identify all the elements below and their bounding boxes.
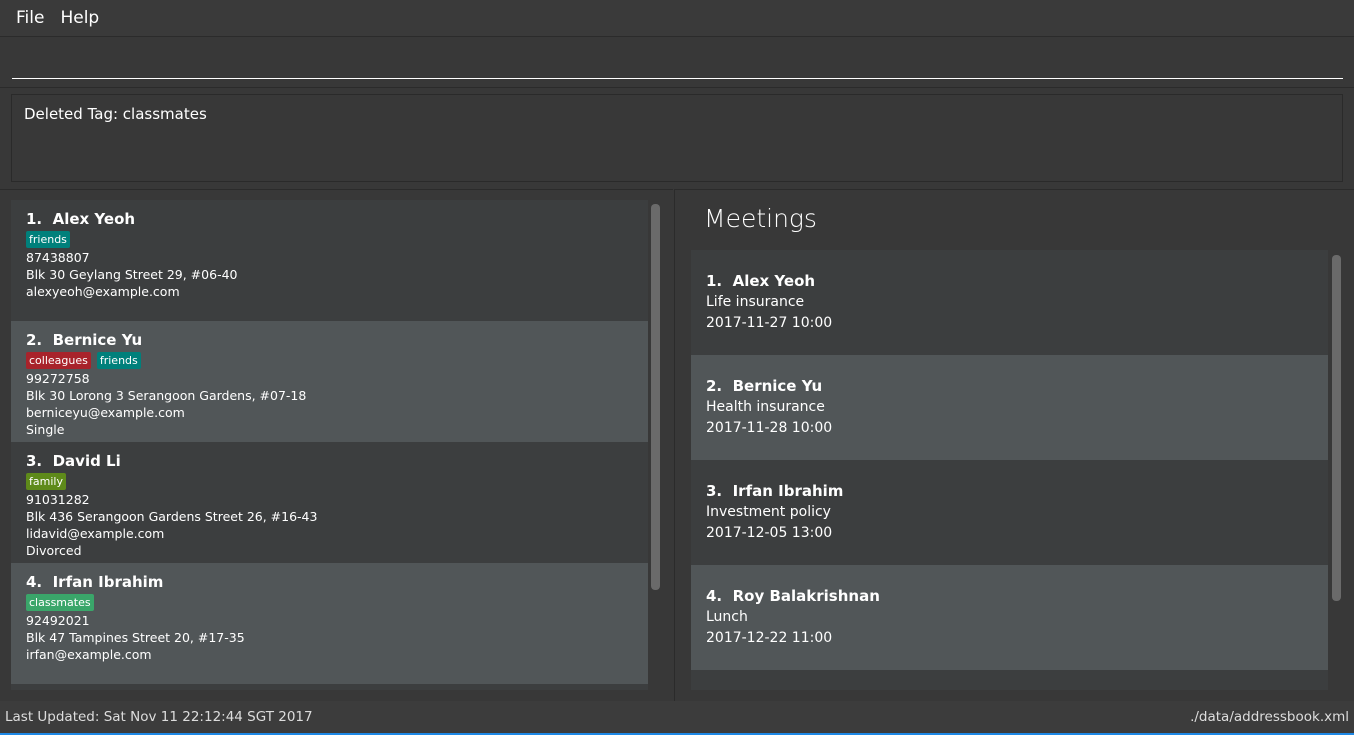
person-list-scrollbar[interactable]: [651, 204, 660, 590]
person-phone: 87438807: [26, 250, 90, 265]
meeting-list-scrollbar[interactable]: [1332, 255, 1341, 601]
result-display: Deleted Tag: classmates: [11, 94, 1343, 182]
meeting-description: Life insurance: [706, 294, 805, 310]
meeting-card[interactable]: 2. Bernice Yu Health insurance 2017-11-28 …: [691, 355, 1328, 460]
meeting-index: 3.: [706, 482, 723, 500]
meeting-index: 1.: [706, 272, 723, 290]
meeting-person: 4. Roy Balakrishnan: [706, 586, 1313, 607]
person-name-text: Irfan Ibrahim: [52, 573, 164, 591]
person-index: 4.: [26, 573, 43, 591]
person-status: Single: [26, 422, 65, 437]
save-location: ./data/addressbook.xml: [1190, 709, 1349, 725]
meetings-title: Meetings: [704, 204, 817, 233]
meeting-card[interactable]: 4. Roy Balakrishnan Lunch 2017-12-22 11:00: [691, 565, 1328, 670]
person-address: Blk 436 Serangoon Gardens Street 26, #16…: [26, 509, 318, 524]
command-box: [0, 37, 1354, 88]
meeting-index: 4.: [706, 587, 723, 605]
meeting-person: 3. Irfan Ibrahim: [706, 481, 1313, 502]
meeting-datetime: 2017-11-28 10:00: [706, 420, 833, 436]
meeting-datetime: 2017-12-22 11:00: [706, 630, 833, 646]
meeting-datetime: 2017-12-05 13:00: [706, 525, 833, 541]
person-phone: 92492021: [26, 613, 90, 628]
person-address: Blk 47 Tampines Street 20, #17-35: [26, 630, 245, 645]
person-index: 2.: [26, 331, 43, 349]
tag-badge: classmates: [26, 594, 94, 611]
person-card[interactable]: 4. Irfan Ibrahim classmates 92492021 Blk 47…: [11, 563, 648, 684]
tag-list: classmates: [26, 594, 633, 611]
meeting-description: Lunch: [706, 609, 748, 625]
person-name-text: Alex Yeoh: [52, 210, 136, 228]
meeting-card[interactable]: 1. Alex Yeoh Life insurance 2017-11-27 10:…: [691, 250, 1328, 355]
meeting-description: Health insurance: [706, 399, 825, 415]
person-name: 2. Bernice Yu: [26, 330, 633, 350]
person-name: 4. Irfan Ibrahim: [26, 572, 633, 592]
person-index: 3.: [26, 452, 43, 470]
meeting-name: Irfan Ibrahim: [732, 482, 844, 500]
meeting-card[interactable]: 3. Irfan Ibrahim Investment policy 2017-12…: [691, 460, 1328, 565]
person-name: 1. Alex Yeoh: [26, 209, 633, 229]
tag-list: family: [26, 473, 633, 490]
person-address: Blk 30 Lorong 3 Serangoon Gardens, #07-1…: [26, 388, 307, 403]
menu-bar: File Help: [0, 0, 1354, 37]
person-index: 1.: [26, 210, 43, 228]
command-input[interactable]: [12, 45, 1343, 79]
person-card[interactable]: 2. Bernice Yu colleagues friends 99272758 Bl…: [11, 321, 648, 442]
meeting-person: 2. Bernice Yu: [706, 376, 1313, 397]
meeting-name: Roy Balakrishnan: [732, 587, 880, 605]
tag-badge: colleagues: [26, 352, 91, 369]
meetings-panel: Meetings 1. Alex Yeoh Life insurance 2017-…: [674, 189, 1354, 701]
person-list-panel: 1. Alex Yeoh friends 87438807 Blk 30 Geylan…: [0, 189, 673, 701]
menu-help[interactable]: Help: [52, 8, 107, 28]
meeting-name: Alex Yeoh: [732, 272, 816, 290]
person-phone: 99272758: [26, 371, 90, 386]
tag-badge: friends: [96, 352, 141, 369]
person-address: Blk 30 Geylang Street 29, #06-40: [26, 267, 238, 282]
meeting-datetime: 2017-11-27 10:00: [706, 315, 833, 331]
meeting-list: 1. Alex Yeoh Life insurance 2017-11-27 10:…: [691, 250, 1328, 690]
person-email: irfan@example.com: [26, 647, 152, 662]
person-email: alexyeoh@example.com: [26, 284, 180, 299]
meeting-index: 2.: [706, 377, 723, 395]
person-name-text: Bernice Yu: [52, 331, 143, 349]
person-card[interactable]: 1. Alex Yeoh friends 87438807 Blk 30 Geylan…: [11, 200, 648, 321]
person-email: berniceyu@example.com: [26, 405, 185, 420]
menu-file[interactable]: File: [8, 8, 52, 28]
meeting-description: Investment policy: [706, 504, 831, 520]
last-updated: Last Updated: Sat Nov 11 22:12:44 SGT 20…: [5, 709, 313, 725]
status-bar: Last Updated: Sat Nov 11 22:12:44 SGT 20…: [0, 701, 1354, 735]
tag-list: friends: [26, 231, 633, 248]
tag-badge: friends: [26, 231, 70, 248]
tag-badge: family: [26, 473, 66, 490]
person-email: lidavid@example.com: [26, 526, 165, 541]
person-list: 1. Alex Yeoh friends 87438807 Blk 30 Geylan…: [11, 200, 648, 690]
meeting-name: Bernice Yu: [732, 377, 823, 395]
person-name-text: David Li: [52, 452, 121, 470]
person-name: 3. David Li: [26, 451, 633, 471]
person-status: Divorced: [26, 543, 82, 558]
person-card[interactable]: 3. David Li family 91031282 Blk 436 Serango…: [11, 442, 648, 563]
meeting-person: 1. Alex Yeoh: [706, 271, 1313, 292]
tag-list: colleagues friends: [26, 352, 633, 369]
person-phone: 91031282: [26, 492, 90, 507]
